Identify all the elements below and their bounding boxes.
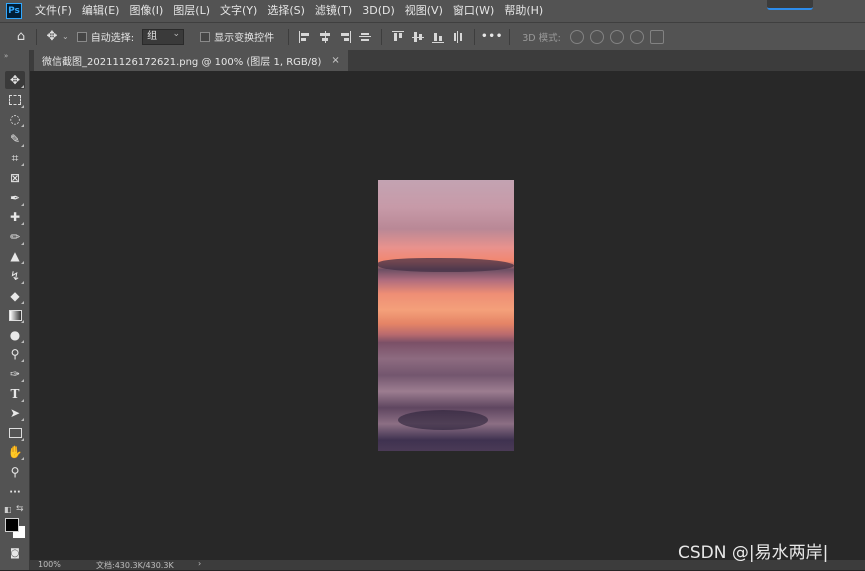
rectangle-tool-icon[interactable] — [5, 424, 25, 442]
home-icon[interactable]: ⌂ — [12, 28, 30, 46]
menu-3d[interactable]: 3D(D) — [357, 0, 400, 22]
healing-brush-tool-icon[interactable]: ✚ — [5, 208, 25, 226]
workspace-button[interactable] — [767, 0, 813, 10]
lasso-tool-icon[interactable]: ◌ — [5, 110, 25, 128]
3d-slide-icon[interactable] — [629, 29, 644, 44]
align-bottom-icon[interactable] — [432, 31, 445, 43]
document-size: 文档:430.3K/430.3K — [96, 561, 174, 570]
quick-mask-icon[interactable]: ◙ — [5, 544, 25, 562]
3d-roll-icon[interactable] — [589, 29, 604, 44]
menu-image[interactable]: 图像(I) — [124, 0, 168, 22]
options-bar: ⌂ ✥ ⌄ 自动选择: 组 显示变换控件 ••• 3D 模式: — [0, 22, 865, 50]
zoom-level[interactable]: 100% — [38, 560, 61, 569]
status-menu-arrow-icon[interactable]: › — [198, 559, 201, 568]
quick-selection-tool-icon[interactable]: ✎ — [5, 130, 25, 148]
menu-type[interactable]: 文字(Y) — [215, 0, 262, 22]
menu-bar: Ps 文件(F) 编辑(E) 图像(I) 图层(L) 文字(Y) 选择(S) 滤… — [0, 0, 865, 22]
3d-camera-icon[interactable] — [649, 29, 664, 44]
clone-stamp-tool-icon[interactable]: ▲ — [5, 247, 25, 265]
menu-select[interactable]: 选择(S) — [262, 0, 310, 22]
auto-select-checkbox[interactable] — [76, 31, 87, 42]
watermark: CSDN @|易水两岸| — [678, 543, 829, 563]
eyedropper-tool-icon[interactable]: ✒ — [5, 189, 25, 207]
menu-edit[interactable]: 编辑(E) — [77, 0, 125, 22]
3d-mode-label: 3D 模式: — [522, 32, 561, 44]
divider — [36, 28, 37, 45]
auto-select-dropdown[interactable]: 组 — [142, 27, 185, 45]
chevron-down-icon[interactable]: ⌄ — [62, 32, 69, 41]
document-tab[interactable]: 微信截图_20211126172621.png @ 100% (图层 1, RG… — [34, 50, 348, 71]
close-icon[interactable]: × — [331, 55, 339, 66]
collapse-icon[interactable]: » — [4, 52, 8, 60]
align-horizontal-center-icon[interactable] — [319, 30, 331, 43]
document-tab-bar: 微信截图_20211126172621.png @ 100% (图层 1, RG… — [30, 50, 865, 71]
show-transform-label: 显示变换控件 — [214, 33, 275, 44]
swap-colors-icon[interactable]: ⇆ — [16, 504, 24, 514]
align-top-icon[interactable] — [392, 30, 405, 43]
default-colors-icon[interactable]: ◧ — [4, 505, 12, 514]
divider — [288, 28, 290, 45]
brush-tool-icon[interactable]: ✏ — [5, 228, 25, 246]
type-tool-icon[interactable]: T — [5, 385, 25, 403]
path-selection-tool-icon[interactable]: ➤ — [5, 404, 25, 422]
menu-filter[interactable]: 滤镜(T) — [310, 0, 357, 22]
eraser-tool-icon[interactable]: ◆ — [5, 287, 25, 305]
divider — [509, 28, 511, 45]
image-cloud-band — [378, 258, 514, 272]
distribute-horizontal-icon[interactable] — [359, 31, 372, 43]
align-vertical-center-icon[interactable] — [412, 31, 425, 43]
divider — [381, 28, 383, 45]
align-left-icon[interactable] — [299, 30, 311, 43]
divider — [474, 28, 476, 45]
more-options-icon[interactable]: ••• — [481, 31, 503, 42]
menu-file[interactable]: 文件(F) — [30, 0, 77, 22]
hand-tool-icon[interactable]: ✋ — [5, 443, 25, 461]
show-transform-checkbox[interactable] — [200, 31, 211, 42]
move-tool-icon[interactable]: ✥ — [43, 28, 61, 46]
auto-select-label: 自动选择: — [90, 33, 135, 44]
gradient-tool-icon[interactable] — [5, 306, 25, 324]
3d-orbit-icon[interactable] — [569, 29, 584, 44]
crop-tool-icon[interactable]: ⌗ — [5, 149, 25, 167]
image-cloud-shadow — [398, 410, 488, 430]
menu-window[interactable]: 窗口(W) — [448, 0, 499, 22]
dodge-tool-icon[interactable]: ⚲ — [5, 345, 25, 363]
photoshop-logo[interactable]: Ps — [6, 3, 22, 19]
foreground-color-swatch[interactable] — [5, 518, 19, 532]
edit-toolbar-icon[interactable]: ··· — [5, 483, 25, 501]
3d-pan-icon[interactable] — [609, 29, 624, 44]
menu-layer[interactable]: 图层(L) — [168, 0, 215, 22]
align-right-icon[interactable] — [339, 30, 352, 43]
menu-help[interactable]: 帮助(H) — [499, 0, 548, 22]
menu-view[interactable]: 视图(V) — [400, 0, 448, 22]
zoom-tool-icon[interactable]: ⚲ — [5, 463, 25, 481]
distribute-vertical-icon[interactable] — [452, 30, 464, 43]
history-brush-tool-icon[interactable]: ↯ — [5, 267, 25, 285]
document-image[interactable] — [378, 180, 514, 451]
blur-tool-icon[interactable]: ● — [5, 326, 25, 344]
pen-tool-icon[interactable]: ✑ — [5, 365, 25, 383]
document-tab-title: 微信截图_20211126172621.png @ 100% (图层 1, RG… — [42, 57, 322, 68]
tools-panel: » ✥ ◌ ✎ ⌗ ⊠ ✒ ✚ ✏ ▲ ↯ ◆ ● ⚲ ✑ T ➤ ✋ ⚲ ··… — [0, 50, 30, 570]
frame-tool-icon[interactable]: ⊠ — [5, 169, 25, 187]
marquee-tool-icon[interactable] — [5, 91, 25, 109]
move-tool-icon[interactable]: ✥ — [5, 71, 25, 89]
